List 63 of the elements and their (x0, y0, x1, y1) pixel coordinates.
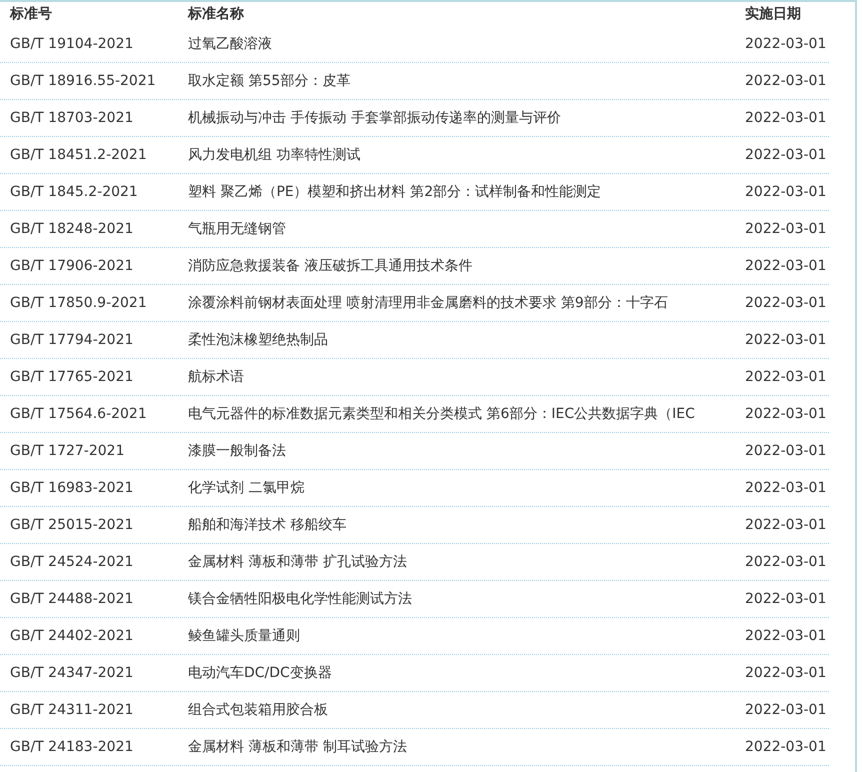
standard-number: GB/T 17906-2021 (9, 258, 134, 274)
effective-date: 2022-03-01 (744, 739, 828, 755)
standard-number: GB/T 24402-2021 (9, 628, 134, 644)
standard-name: 柔性泡沫橡塑绝热制品 (188, 331, 329, 349)
effective-date: 2022-03-01 (744, 295, 828, 311)
column-header: 标准号 (8, 5, 53, 23)
column-header: 实施日期 (744, 5, 802, 23)
standard-name: 取水定额 第55部分：皮革 (188, 72, 352, 90)
effective-date: 2022-03-01 (744, 702, 828, 718)
standard-name: 金属材料 薄板和薄带 扩孔试验方法 (188, 553, 408, 571)
effective-date: 2022-03-01 (744, 406, 828, 422)
effective-date: 2022-03-01 (744, 332, 828, 348)
standard-number: GB/T 24183-2021 (9, 739, 134, 755)
standard-number: GB/T 17564.6-2021 (9, 406, 148, 422)
standard-number: GB/T 18916.55-2021 (9, 73, 157, 89)
standard-number: GB/T 16983-2021 (9, 480, 134, 496)
standard-number: GB/T 24524-2021 (9, 554, 134, 570)
standard-number: GB/T 18248-2021 (9, 221, 134, 237)
standard-name: 化学试剂 二氯甲烷 (188, 479, 306, 497)
standard-name: 镁合金牺牲阳极电化学性能测试方法 (188, 590, 413, 608)
standard-name: 涂覆涂料前钢材表面处理 喷射清理用非金属磨料的技术要求 第9部分：十字石 (188, 294, 669, 312)
standard-name: 电气元器件的标准数据元素类型和相关分类模式 第6部分：IEC公共数据字典（IEC (188, 405, 696, 423)
effective-date: 2022-03-01 (744, 221, 828, 237)
standard-name: 金属材料 薄板和薄带 制耳试验方法 (188, 738, 408, 756)
effective-date: 2022-03-01 (744, 36, 828, 52)
standard-number: GB/T 18451.2-2021 (9, 147, 148, 163)
effective-date: 2022-03-01 (744, 258, 828, 274)
standard-number: GB/T 1727-2021 (9, 443, 126, 459)
standard-name: 漆膜一般制备法 (188, 442, 287, 460)
effective-date: 2022-03-01 (744, 665, 828, 681)
standard-number: GB/T 17794-2021 (9, 332, 134, 348)
standard-number: GB/T 18703-2021 (9, 110, 134, 126)
effective-date: 2022-03-01 (744, 73, 828, 89)
standard-number: GB/T 24347-2021 (9, 665, 134, 681)
effective-date: 2022-03-01 (744, 480, 828, 496)
column-header: 标准名称 (188, 5, 245, 23)
effective-date: 2022-03-01 (744, 443, 828, 459)
standard-name: 过氧乙酸溶液 (188, 35, 273, 53)
standard-name: 电动汽车DC/DC变换器 (188, 664, 333, 682)
effective-date: 2022-03-01 (744, 517, 828, 533)
standard-name: 组合式包装箱用胶合板 (188, 701, 329, 719)
standard-name: 风力发电机组 功率特性测试 (188, 146, 362, 164)
effective-date: 2022-03-01 (744, 369, 828, 385)
standard-number: GB/T 24311-2021 (9, 702, 134, 718)
effective-date: 2022-03-01 (744, 628, 828, 644)
standard-name: 船舶和海洋技术 移船绞车 (188, 516, 348, 534)
standard-number: GB/T 17765-2021 (9, 369, 134, 385)
standard-number: GB/T 24488-2021 (9, 591, 134, 607)
standard-number: GB/T 19104-2021 (9, 36, 134, 52)
effective-date: 2022-03-01 (744, 554, 828, 570)
standard-number: GB/T 17850.9-2021 (9, 295, 148, 311)
standard-name: 消防应急救援装备 液压破拆工具通用技术条件 (188, 257, 474, 275)
standard-name: 塑料 聚乙烯（PE）模塑和挤出材料 第2部分：试样制备和性能测定 (188, 183, 602, 201)
effective-date: 2022-03-01 (744, 147, 828, 163)
standard-name: 鲮鱼罐头质量通则 (188, 627, 301, 645)
standard-name: 航标术语 (188, 368, 245, 386)
standard-name: 气瓶用无缝钢管 (188, 220, 287, 238)
standard-number: GB/T 25015-2021 (9, 517, 134, 533)
effective-date: 2022-03-01 (744, 591, 828, 607)
standard-number: GB/T 1845.2-2021 (9, 184, 139, 200)
standard-name: 机械振动与冲击 手传振动 手套掌部振动传递率的测量与评价 (188, 109, 562, 127)
effective-date: 2022-03-01 (744, 110, 828, 126)
effective-date: 2022-03-01 (744, 184, 828, 200)
